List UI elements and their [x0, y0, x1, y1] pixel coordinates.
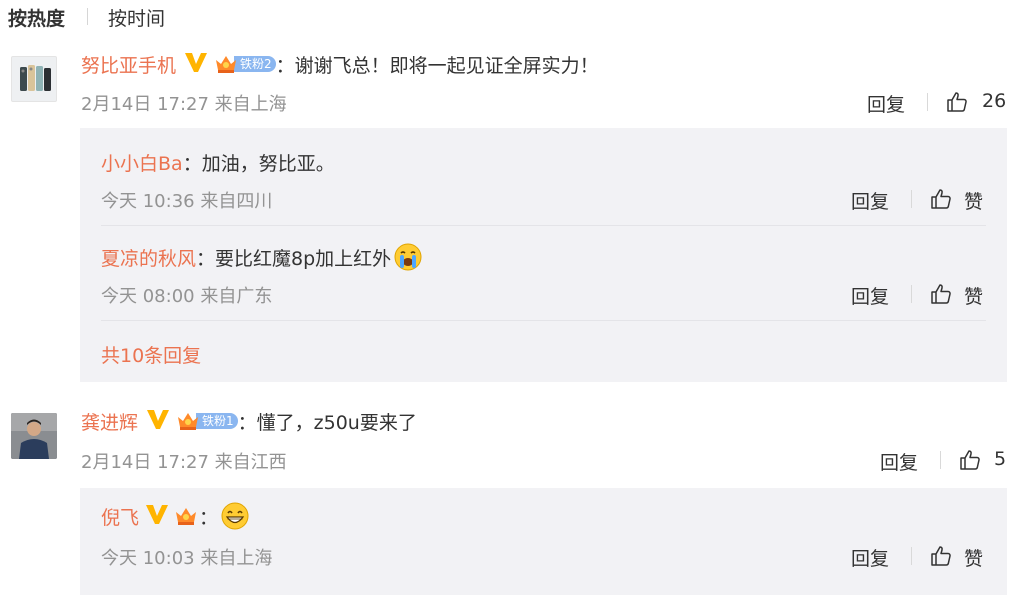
verified-v-icon: [145, 503, 169, 529]
crown-icon: [176, 508, 197, 525]
thumbs-up-icon[interactable]: [929, 282, 953, 306]
action-divider: [940, 451, 941, 469]
like-count: 26: [982, 90, 1007, 112]
comment-meta: 2月14日 17:27 来自上海: [81, 94, 287, 115]
verified-v-icon: [146, 408, 170, 434]
action-divider: [911, 190, 912, 208]
thumbs-up-icon[interactable]: [958, 448, 982, 472]
thumbs-up-icon[interactable]: [929, 544, 953, 568]
reply-header: 倪飞 ：: [101, 500, 250, 532]
username[interactable]: 倪飞: [101, 503, 139, 530]
reply-meta: 今天 10:36 来自四川: [101, 191, 273, 212]
username[interactable]: 夏凉的秋风: [101, 244, 196, 271]
reply-button[interactable]: 回复: [851, 187, 889, 214]
thumbs-up-icon[interactable]: [945, 90, 969, 114]
sort-by-time-tab[interactable]: 按时间: [108, 4, 165, 31]
avatar[interactable]: [11, 56, 57, 102]
fan-badge: 铁粉1: [176, 410, 238, 432]
comment-header: 龚进辉 铁粉1 ：懂了，z50u要来了: [81, 407, 417, 435]
reply-separator: [101, 225, 986, 226]
crown-icon: [178, 413, 199, 430]
crying-face-icon: [394, 243, 422, 271]
username[interactable]: 小小白Ba: [101, 149, 183, 176]
comment-text: ：懂了，z50u要来了: [237, 411, 417, 434]
comment-header: 努比亚手机 铁粉2 ：谢谢飞总！即将一起见证全屏实力！: [81, 50, 599, 78]
fan-badge: 铁粉2: [214, 53, 276, 75]
action-divider: [927, 93, 928, 111]
reply-button[interactable]: 回复: [851, 544, 889, 571]
reply-text: ：要比红魔8p加上红外: [196, 247, 392, 270]
comment-meta: 2月14日 17:27 来自江西: [81, 452, 287, 473]
action-divider: [911, 285, 912, 303]
reply-button[interactable]: 回复: [851, 282, 889, 309]
reply-meta: 今天 08:00 来自广东: [101, 286, 273, 307]
reply-button[interactable]: 回复: [867, 90, 905, 117]
avatar[interactable]: [11, 413, 57, 459]
username[interactable]: 龚进辉: [81, 408, 138, 435]
reply-button[interactable]: 回复: [880, 448, 918, 475]
reply-header: 小小白Ba ：加油，努比亚。: [101, 148, 335, 176]
comment-text: ：谢谢飞总！即将一起见证全屏实力！: [275, 54, 599, 77]
grinning-face-icon: [221, 502, 249, 530]
crown-icon: [216, 56, 237, 73]
thumbs-up-icon[interactable]: [929, 187, 953, 211]
reply-text: ：: [199, 506, 219, 529]
more-replies-link[interactable]: 共10条回复: [101, 341, 201, 368]
reply-meta: 今天 10:03 来自上海: [101, 548, 273, 569]
like-button-label[interactable]: 赞: [964, 544, 983, 571]
reply-header: 夏凉的秋风 ：要比红魔8p加上红外: [101, 241, 423, 273]
verified-v-icon: [184, 51, 208, 77]
like-button-label[interactable]: 赞: [964, 282, 983, 309]
reply-text: ：加油，努比亚。: [182, 152, 335, 175]
like-button-label[interactable]: 赞: [964, 187, 983, 214]
action-divider: [911, 547, 912, 565]
username[interactable]: 努比亚手机: [81, 51, 176, 78]
like-count: 5: [994, 448, 1007, 470]
sort-by-hot-tab[interactable]: 按热度: [8, 4, 65, 31]
reply-separator: [101, 320, 986, 321]
sort-divider: [87, 8, 88, 25]
